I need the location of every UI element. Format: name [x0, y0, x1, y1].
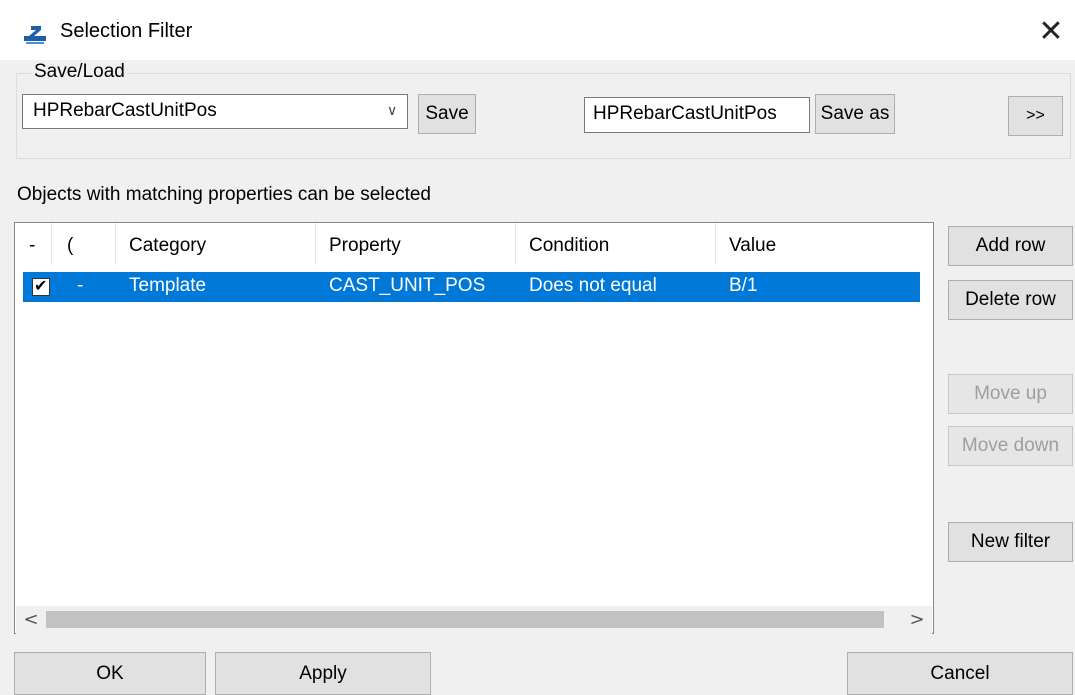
- scrollbar-thumb[interactable]: [46, 611, 884, 628]
- cell-paren[interactable]: -: [77, 275, 83, 297]
- row-enabled-checkbox[interactable]: ✔: [32, 276, 50, 296]
- apply-button[interactable]: Apply: [215, 652, 431, 695]
- column-header-condition[interactable]: Condition: [529, 235, 609, 257]
- column-header-toggle[interactable]: -: [29, 235, 35, 257]
- move-up-button[interactable]: Move up: [948, 374, 1073, 414]
- window-title: Selection Filter: [60, 20, 193, 42]
- column-divider: [715, 223, 716, 265]
- cell-property[interactable]: CAST_UNIT_POS: [329, 275, 485, 297]
- column-header-property[interactable]: Property: [329, 235, 401, 257]
- column-divider: [115, 223, 116, 265]
- column-divider: [51, 223, 52, 265]
- horizontal-scrollbar[interactable]: < >: [16, 606, 932, 634]
- cell-value[interactable]: B/1: [729, 275, 758, 297]
- column-divider: [315, 223, 316, 265]
- column-header-category[interactable]: Category: [129, 235, 206, 257]
- column-header-value[interactable]: Value: [729, 235, 776, 257]
- expand-button[interactable]: >>: [1008, 96, 1063, 136]
- checkmark-icon: ✔: [34, 276, 48, 295]
- close-icon[interactable]: ✕: [1033, 12, 1069, 52]
- column-header-paren[interactable]: (: [67, 235, 73, 257]
- save-as-button[interactable]: Save as: [815, 94, 895, 134]
- scroll-left-icon[interactable]: <: [20, 609, 42, 631]
- new-filter-button[interactable]: New filter: [948, 522, 1073, 562]
- title-bar: Selection Filter ✕: [0, 0, 1075, 66]
- table-row[interactable]: ✔ - Template CAST_UNIT_POS Does not equa…: [23, 272, 920, 302]
- cell-condition[interactable]: Does not equal: [529, 275, 657, 297]
- save-load-legend: Save/Load: [32, 61, 127, 83]
- instructions-text: Objects with matching properties can be …: [17, 184, 431, 205]
- cancel-button[interactable]: Cancel: [847, 652, 1073, 695]
- save-as-name-field[interactable]: HPRebarCastUnitPos: [584, 97, 810, 133]
- filter-select[interactable]: HPRebarCastUnitPos ∨: [22, 94, 408, 129]
- filter-table[interactable]: - ( Category Property Condition Value ✔ …: [14, 222, 934, 634]
- scroll-right-icon[interactable]: >: [906, 609, 928, 631]
- ok-button[interactable]: OK: [14, 652, 206, 695]
- chevron-down-icon[interactable]: ∨: [387, 103, 397, 119]
- selection-filter-app-icon: [24, 26, 46, 44]
- delete-row-button[interactable]: Delete row: [948, 280, 1073, 320]
- cell-category[interactable]: Template: [129, 275, 206, 297]
- save-button[interactable]: Save: [418, 94, 476, 134]
- add-row-button[interactable]: Add row: [948, 226, 1073, 266]
- move-down-button[interactable]: Move down: [948, 426, 1073, 466]
- filter-select-value: HPRebarCastUnitPos: [33, 100, 217, 121]
- column-divider: [515, 223, 516, 265]
